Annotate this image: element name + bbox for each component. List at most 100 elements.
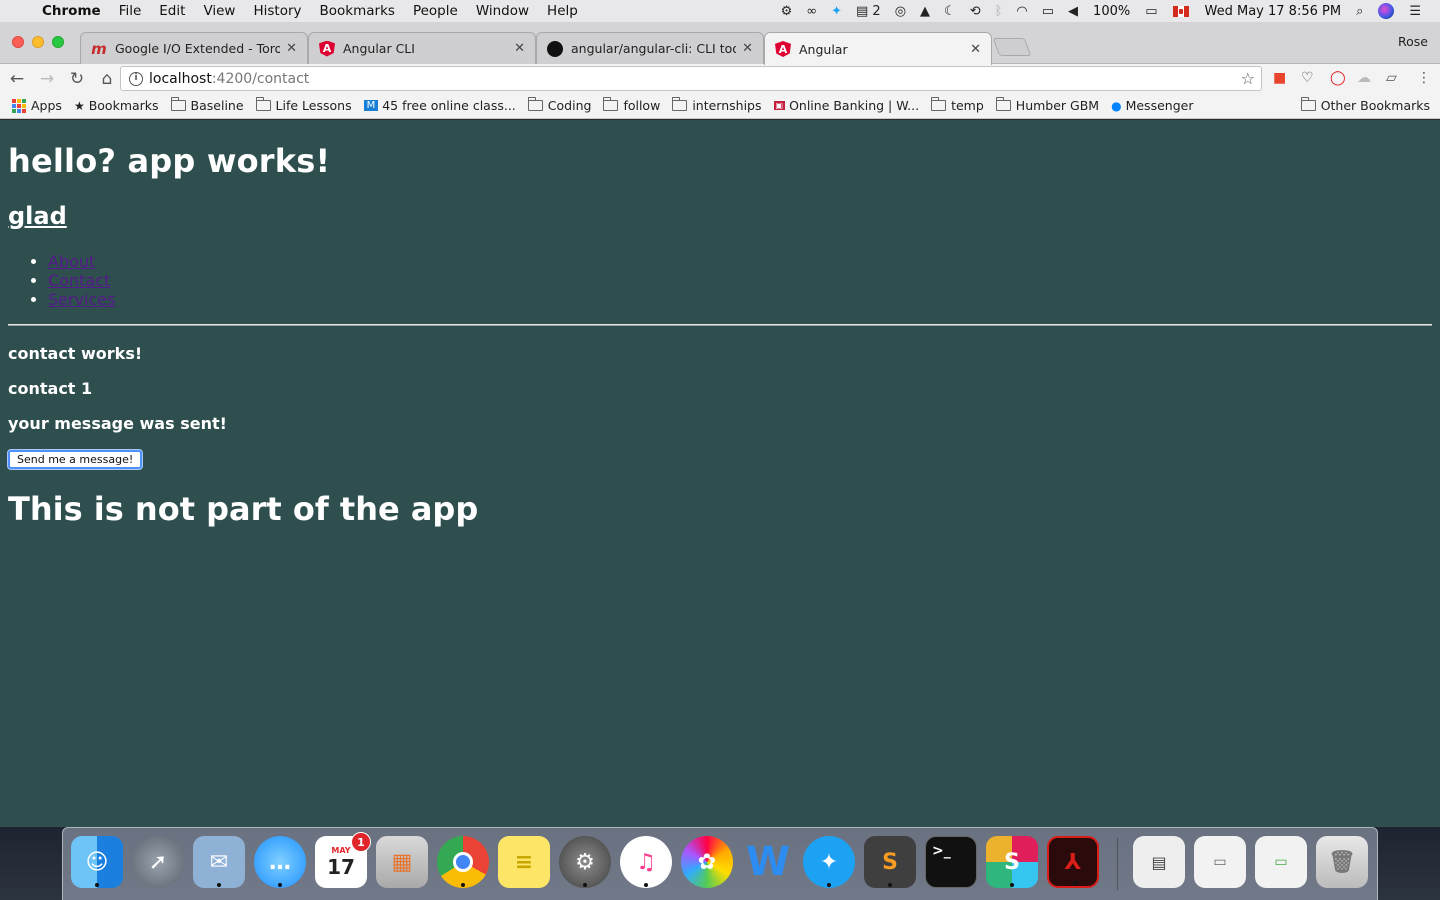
airplay-icon[interactable]: ▭ xyxy=(1035,4,1061,19)
photos-icon[interactable]: ✿ xyxy=(681,836,733,888)
bookmark-humber-gbm[interactable]: Humber GBM xyxy=(995,97,1099,113)
opera-extension-icon[interactable]: ◯ xyxy=(1330,70,1346,86)
close-tab-icon[interactable]: ✕ xyxy=(742,41,753,56)
bookmark-bookmarks[interactable]: ★ Bookmarks xyxy=(74,98,159,113)
gear-sync-icon[interactable]: ⚙ xyxy=(774,4,800,19)
documents-stack-icon[interactable]: ▤ xyxy=(1133,836,1185,888)
tab-github-angular-cli[interactable]: angular/angular-cli: CLI tool for ✕ xyxy=(536,32,764,64)
acrobat-icon[interactable]: ⅄ xyxy=(1047,836,1099,888)
tab-angular-cli[interactable]: A Angular CLI ✕ xyxy=(308,32,536,64)
clock[interactable]: Wed May 17 8:56 PM xyxy=(1197,4,1350,19)
moon-icon[interactable]: ☾ xyxy=(937,4,963,19)
back-button[interactable]: ← xyxy=(4,69,30,89)
battery-icon[interactable]: ▭ xyxy=(1138,4,1164,19)
itunes-icon[interactable]: ♫ xyxy=(620,836,672,888)
running-indicator xyxy=(1073,881,1077,885)
system-preferences-icon[interactable]: ⚙ xyxy=(559,836,611,888)
menubar-status-area: ⚙ ∞ ✦ ▤ 2 ◎ ▲ ☾ ⟲ ᛒ ◠ ▭ ◀ 100% ▭ Wed May… xyxy=(774,0,1440,22)
tab-google-io[interactable]: m Google I/O Extended - Toronto ✕ xyxy=(80,32,308,64)
bookmark-coding[interactable]: Coding xyxy=(527,97,591,113)
cloud-extension-icon[interactable]: ☁ xyxy=(1357,70,1371,86)
close-tab-icon[interactable]: ✕ xyxy=(970,42,981,57)
messages-icon[interactable]: … xyxy=(254,836,306,888)
glad-link[interactable]: glad xyxy=(8,202,67,230)
bookmark-follow[interactable]: follow xyxy=(603,97,660,113)
menu-edit[interactable]: Edit xyxy=(150,3,194,19)
drive-icon[interactable]: ▲ xyxy=(913,4,937,19)
bookmark-baseline[interactable]: Baseline xyxy=(170,97,244,113)
wifi-icon[interactable]: ◠ xyxy=(1009,4,1034,19)
site-info-icon[interactable]: i xyxy=(129,71,143,86)
chrome-window-thumbnail-icon[interactable]: ▭ xyxy=(1255,836,1307,888)
profile-button[interactable]: Rose xyxy=(1398,34,1428,49)
send-message-button[interactable]: Send me a message! xyxy=(8,450,143,469)
new-tab-button[interactable] xyxy=(992,38,1032,56)
close-tab-icon[interactable]: ✕ xyxy=(286,41,297,56)
bookmark-internships[interactable]: internships xyxy=(672,97,762,113)
bookmark-online-banking[interactable]: ▣ Online Banking | W... xyxy=(773,98,919,113)
trash-icon[interactable]: 🗑 xyxy=(1316,836,1368,888)
cast-icon[interactable]: ▱ xyxy=(1386,70,1397,86)
menu-people[interactable]: People xyxy=(404,3,467,19)
notification-icon[interactable]: ▤ 2 xyxy=(849,4,888,19)
close-tab-icon[interactable]: ✕ xyxy=(514,41,525,56)
chrome-icon[interactable] xyxy=(437,836,489,888)
infinity-icon[interactable]: ∞ xyxy=(799,4,824,19)
slack-icon[interactable]: S xyxy=(986,836,1038,888)
creative-cloud-icon[interactable]: ◎ xyxy=(888,4,913,19)
tab-angular-active[interactable]: A Angular ✕ xyxy=(764,32,992,65)
bookmark-temp[interactable]: temp xyxy=(931,97,984,113)
word-icon[interactable]: W xyxy=(742,836,794,888)
finder-icon[interactable]: ☺ xyxy=(71,836,123,888)
bookmark-other-bookmarks[interactable]: Other Bookmarks xyxy=(1300,97,1430,113)
forward-button[interactable]: → xyxy=(34,69,60,89)
tab-title: Angular CLI xyxy=(343,41,415,56)
spotlight-search-icon[interactable]: ⌕ xyxy=(1349,4,1370,19)
running-indicator xyxy=(95,883,99,887)
menu-view[interactable]: View xyxy=(194,3,244,19)
canada-flag-icon[interactable] xyxy=(1172,5,1189,17)
mail-app-icon[interactable]: ✉ xyxy=(193,836,245,888)
sublime-text-icon[interactable]: S xyxy=(864,836,916,888)
bookmark-label: temp xyxy=(951,98,984,113)
address-bar[interactable]: i localhost:4200/contact ☆ xyxy=(120,66,1262,91)
chrome-menu-icon[interactable]: ⋮ xyxy=(1417,70,1431,86)
calculator-icon[interactable]: ▦ xyxy=(376,836,428,888)
notes-icon[interactable]: ≡ xyxy=(498,836,550,888)
close-window-button[interactable] xyxy=(12,36,24,48)
nav-link-contact[interactable]: Contact xyxy=(48,271,110,290)
menu-help[interactable]: Help xyxy=(538,3,587,19)
nav-link-services[interactable]: Services xyxy=(48,290,115,309)
bookmark-messenger[interactable]: ● Messenger xyxy=(1111,98,1193,113)
calendar-icon[interactable]: MAY 17 1 xyxy=(315,832,371,888)
battery-percent[interactable]: 100% xyxy=(1085,4,1138,19)
menu-file[interactable]: File xyxy=(110,3,151,19)
screenshot-thumbnail-icon[interactable]: ▭ xyxy=(1194,836,1246,888)
home-button[interactable]: ⌂ xyxy=(94,69,120,89)
bookmark-label: internships xyxy=(692,98,762,113)
terminal-icon[interactable]: >_ xyxy=(925,836,977,888)
siri-icon[interactable] xyxy=(1378,3,1395,19)
maximize-window-button[interactable] xyxy=(52,36,64,48)
launchpad-icon[interactable]: ➚ xyxy=(132,836,184,888)
twitter-app-icon[interactable]: ✦ xyxy=(803,836,855,888)
bookmark-free-online-classes[interactable]: M 45 free online class... xyxy=(363,98,516,113)
volume-icon[interactable]: ◀ xyxy=(1061,4,1085,19)
bookmark-life-lessons[interactable]: Life Lessons xyxy=(255,97,352,113)
menu-bookmarks[interactable]: Bookmarks xyxy=(311,3,404,19)
menu-app-chrome[interactable]: Chrome xyxy=(38,3,110,19)
reload-button[interactable]: ↻ xyxy=(64,69,90,89)
extension-heart-icon[interactable]: ♡ xyxy=(1301,70,1314,86)
bluetooth-icon[interactable]: ᛒ xyxy=(988,4,1010,19)
nav-link-about[interactable]: About xyxy=(48,252,95,271)
menu-history[interactable]: History xyxy=(244,3,310,19)
menu-window[interactable]: Window xyxy=(467,3,538,19)
time-machine-icon[interactable]: ⟲ xyxy=(963,4,988,19)
url-path: :4200/contact xyxy=(211,70,310,87)
notification-center-icon[interactable]: ☰ xyxy=(1402,4,1428,19)
minimize-window-button[interactable] xyxy=(32,36,44,48)
bookmark-apps[interactable]: Apps xyxy=(12,98,62,113)
twitter-icon[interactable]: ✦ xyxy=(824,4,849,19)
bookmark-star-icon[interactable]: ☆ xyxy=(1241,69,1255,88)
extension-bookmark-icon[interactable]: ■ xyxy=(1273,70,1286,86)
